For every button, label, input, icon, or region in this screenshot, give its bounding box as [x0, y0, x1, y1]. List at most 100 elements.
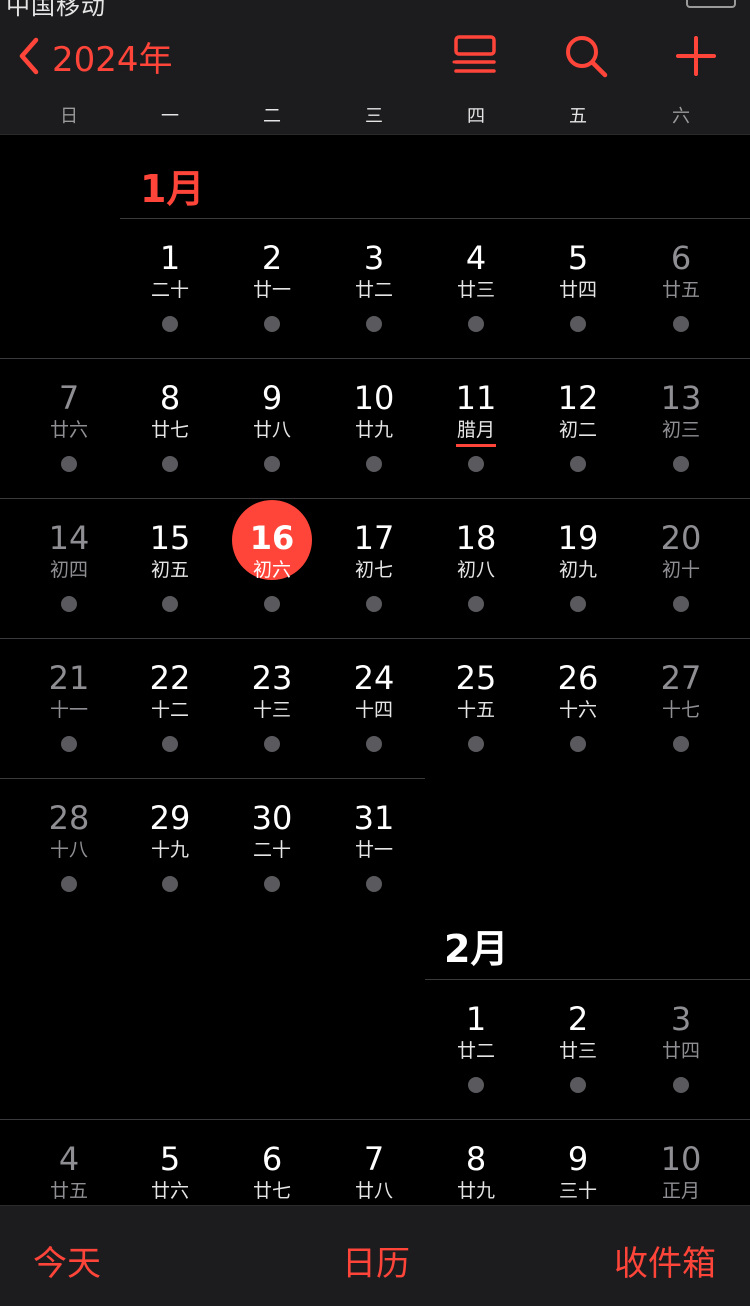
plus-icon[interactable]: [672, 32, 720, 80]
divider: [0, 1119, 750, 1120]
day-cell-jan-19[interactable]: 19 初九: [530, 518, 626, 638]
event-dot: [468, 316, 484, 332]
event-dot: [264, 316, 280, 332]
day-cell-jan-5[interactable]: 5 廿四: [530, 238, 626, 358]
day-number: 25: [455, 659, 497, 697]
lunar-date: 初七: [354, 559, 393, 581]
day-number: 15: [149, 519, 191, 557]
day-number: 26: [557, 659, 599, 697]
lunar-date: 廿三: [558, 1040, 597, 1062]
day-cell-jan-3[interactable]: 3 廿二: [326, 238, 422, 358]
day-cell-jan-7[interactable]: 7 廿六: [21, 378, 117, 498]
day-number: 10: [660, 1140, 702, 1178]
lunar-date: 十三: [252, 699, 291, 721]
event-dot: [468, 1077, 484, 1093]
event-dot: [264, 456, 280, 472]
day-cell-jan-9[interactable]: 9 廿八: [224, 378, 320, 498]
day-cell-jan-21[interactable]: 21 十一: [21, 658, 117, 778]
weekday-mon: 一: [161, 106, 179, 127]
event-dot: [570, 596, 586, 612]
day-number: 3: [363, 239, 385, 277]
divider: [0, 358, 750, 359]
day-cell-jan-27[interactable]: 27 十七: [633, 658, 729, 778]
day-number: 7: [58, 379, 80, 417]
event-dot: [61, 736, 77, 752]
day-cell-jan-23[interactable]: 23 十三: [224, 658, 320, 778]
day-number: 19: [557, 519, 599, 557]
event-dot: [366, 736, 382, 752]
event-dot: [162, 736, 178, 752]
day-cell-jan-17[interactable]: 17 初七: [326, 518, 422, 638]
day-number: 9: [567, 1140, 589, 1178]
divider: [0, 778, 425, 779]
day-cell-jan-16-today[interactable]: 16 初六: [224, 500, 320, 638]
lunar-date: 初三: [661, 419, 700, 441]
status-bar: 中国移动: [0, 0, 750, 22]
lunar-date: 廿七: [252, 1180, 291, 1202]
day-number: 9: [261, 379, 283, 417]
event-dot: [570, 316, 586, 332]
event-dot: [468, 596, 484, 612]
lunar-date: 十五: [456, 699, 495, 721]
day-cell-jan-6[interactable]: 6 廿五: [633, 238, 729, 358]
day-cell-jan-13[interactable]: 13 初三: [633, 378, 729, 498]
day-number: 8: [465, 1140, 487, 1178]
event-dot: [61, 456, 77, 472]
day-number: 2: [261, 239, 283, 277]
day-cell-jan-26[interactable]: 26 十六: [530, 658, 626, 778]
day-number: 27: [660, 659, 702, 697]
day-cell-jan-28[interactable]: 28 十八: [21, 798, 117, 918]
lunar-date: 十四: [354, 699, 393, 721]
event-dot: [162, 316, 178, 332]
day-number: 29: [149, 799, 191, 837]
month-title-february: 2月: [444, 927, 509, 971]
day-number: 21: [48, 659, 90, 697]
day-cell-feb-1[interactable]: 1 廿二: [428, 999, 524, 1119]
lunar-date: 正月: [661, 1180, 700, 1202]
day-cell-feb-3[interactable]: 3 廿四: [633, 999, 729, 1119]
lunar-date: 初二: [558, 419, 597, 441]
lunar-date: 十二: [150, 699, 189, 721]
day-cell-jan-29[interactable]: 29 十九: [122, 798, 218, 918]
lunar-date: 十七: [661, 699, 700, 721]
day-number: 10: [353, 379, 395, 417]
day-cell-jan-10[interactable]: 10 廿九: [326, 378, 422, 498]
calendars-button[interactable]: 日历: [342, 1236, 410, 1285]
day-cell-jan-15[interactable]: 15 初五: [122, 518, 218, 638]
day-cell-jan-24[interactable]: 24 十四: [326, 658, 422, 778]
day-cell-jan-4[interactable]: 4 廿三: [428, 238, 524, 358]
day-cell-jan-30[interactable]: 30 二十: [224, 798, 320, 918]
day-cell-jan-31[interactable]: 31 廿一: [326, 798, 422, 918]
day-cell-jan-11[interactable]: 11 腊月: [428, 378, 524, 498]
event-dot: [673, 456, 689, 472]
list-view-icon[interactable]: [451, 32, 499, 80]
day-cell-jan-22[interactable]: 22 十二: [122, 658, 218, 778]
today-button[interactable]: 今天: [33, 1236, 101, 1285]
search-icon[interactable]: [562, 32, 610, 80]
day-cell-jan-8[interactable]: 8 廿七: [122, 378, 218, 498]
day-cell-jan-2[interactable]: 2 廿一: [224, 238, 320, 358]
day-cell-jan-20[interactable]: 20 初十: [633, 518, 729, 638]
day-cell-jan-18[interactable]: 18 初八: [428, 518, 524, 638]
day-cell-jan-12[interactable]: 12 初二: [530, 378, 626, 498]
weekday-tue: 二: [263, 106, 281, 127]
day-cell-feb-2[interactable]: 2 廿三: [530, 999, 626, 1119]
lunar-date: 初五: [150, 559, 189, 581]
lunar-date: 初四: [49, 559, 88, 581]
bottom-toolbar: 今天 日历 收件箱: [0, 1205, 750, 1306]
divider: [0, 638, 750, 639]
day-cell-jan-1[interactable]: 1 二十: [122, 238, 218, 358]
event-dot: [366, 456, 382, 472]
lunar-date: 三十: [558, 1180, 597, 1202]
lunar-date: 初九: [558, 559, 597, 581]
weekday-thu: 四: [467, 106, 485, 127]
lunar-date: 二十: [150, 279, 189, 301]
battery-icon: [686, 0, 736, 8]
inbox-button[interactable]: 收件箱: [614, 1236, 716, 1285]
back-to-year-button[interactable]: 2024年: [14, 36, 173, 80]
event-dot: [468, 456, 484, 472]
event-dot: [673, 736, 689, 752]
day-cell-jan-25[interactable]: 25 十五: [428, 658, 524, 778]
day-cell-jan-14[interactable]: 14 初四: [21, 518, 117, 638]
day-number: 14: [48, 519, 90, 557]
